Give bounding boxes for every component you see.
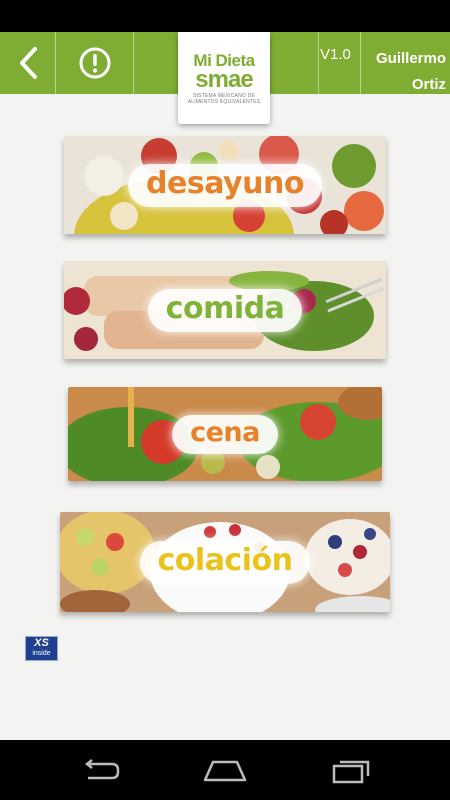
meal-label: cena — [172, 414, 278, 454]
nav-home-button[interactable] — [195, 754, 255, 788]
nav-back-button[interactable] — [70, 754, 130, 788]
version-label: V1.0 — [320, 46, 351, 63]
header-divider — [360, 32, 361, 94]
app-logo: Mi Dieta smae SISTEMA MEXICANO DE ALIMEN… — [178, 32, 270, 124]
logo-brand: smae — [195, 66, 253, 93]
xs-inside-badge: XS inside — [25, 636, 58, 661]
back-arrow-icon — [84, 759, 120, 780]
meal-card-colacion[interactable]: colación — [60, 512, 390, 612]
badge-xs-text: XS — [34, 637, 49, 649]
badge-inside-text: inside — [32, 650, 51, 657]
header-divider — [318, 32, 319, 94]
meal-label: colación — [139, 540, 311, 584]
exclamation-circle-icon — [79, 47, 110, 79]
status-bar — [0, 0, 450, 32]
meal-label: desayuno — [128, 163, 322, 207]
chevron-left-icon — [19, 47, 37, 79]
alert-button[interactable] — [56, 32, 134, 94]
user-last-name: Ortiz — [411, 76, 446, 93]
meal-label: comida — [147, 288, 303, 332]
nav-recents-button[interactable] — [320, 754, 380, 788]
logo-subtitle: SISTEMA MEXICANO DE ALIMENTOS EQUIVALENT… — [187, 93, 261, 105]
home-icon — [203, 760, 247, 782]
meal-card-cena[interactable]: cena — [68, 387, 382, 481]
recent-apps-icon — [332, 760, 370, 784]
user-first-name: Guillermo — [375, 50, 446, 67]
system-nav-bar — [0, 740, 450, 800]
back-button[interactable] — [0, 32, 56, 94]
meal-card-comida[interactable]: comida — [64, 261, 386, 359]
meal-card-desayuno[interactable]: desayuno — [64, 136, 386, 234]
user-name: Guillermo Ortiz — [362, 46, 446, 98]
